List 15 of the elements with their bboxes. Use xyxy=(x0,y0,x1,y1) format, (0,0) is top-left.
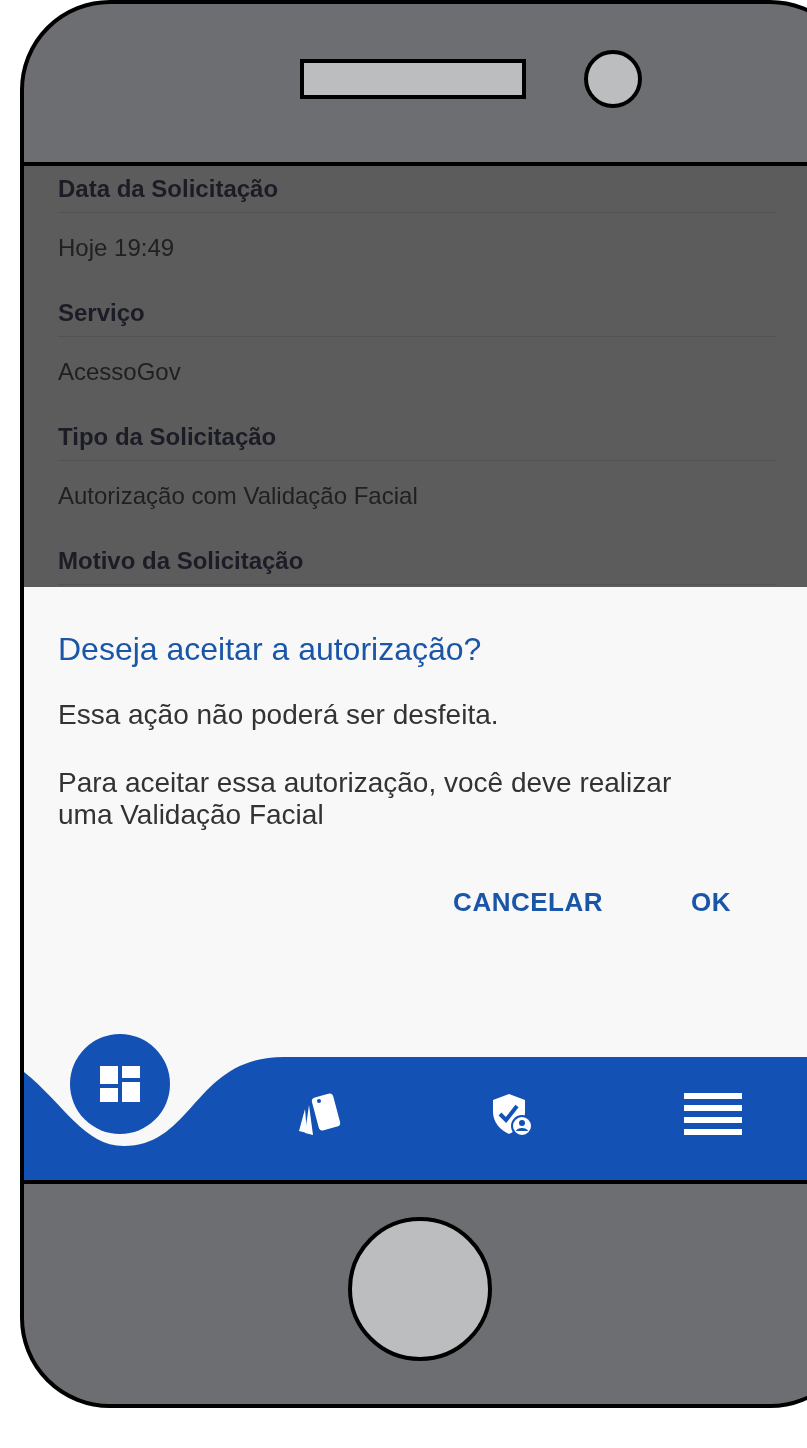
field-value: Hoje 19:49 xyxy=(58,234,175,261)
dialog-message: Para aceitar essa autorização, você deve realizar uma Validação Facial xyxy=(58,767,673,831)
dialog-action-button[interactable]: CANCELAR xyxy=(447,879,609,926)
dialog-action-button[interactable]: OK xyxy=(685,879,737,926)
shield-check-icon xyxy=(491,1092,533,1136)
field-label: Serviço xyxy=(58,299,145,326)
menu-icon xyxy=(684,1091,742,1137)
field-value: Autorização com Validação Facial xyxy=(58,482,418,509)
field-label: Motivo da Solicitação xyxy=(58,547,304,574)
field-value: AcessoGov xyxy=(58,358,181,385)
dialog-title: Deseja aceitar a autorização? xyxy=(58,630,483,669)
camera-lens xyxy=(584,50,642,108)
field-label: Tipo da Solicitação xyxy=(58,423,277,450)
dialog-message: Essa ação não poderá ser desfeita. xyxy=(58,699,500,731)
field-label: Data da Solicitação xyxy=(58,175,279,202)
